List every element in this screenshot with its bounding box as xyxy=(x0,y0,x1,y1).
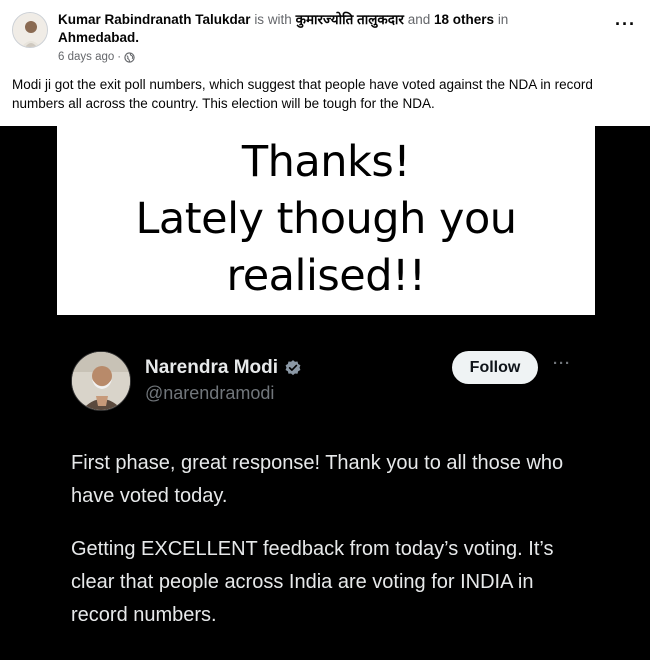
author-avatar[interactable] xyxy=(12,12,48,48)
meme-line-3: realised!! xyxy=(226,251,426,301)
tweet-author-handle: @narendramodi xyxy=(145,383,275,403)
tweet-paragraph-1: First phase, great response! Thank you t… xyxy=(71,452,564,507)
post-media[interactable]: Thanks! Lately though you realised!! Nar… xyxy=(0,126,650,660)
tweet-paragraph-2: Getting EXCELLENT feedback from today’s … xyxy=(71,538,554,626)
follow-button: Follow xyxy=(452,351,538,384)
tweet-author-name: Narendra Modi xyxy=(145,357,302,379)
post-header: Kumar Rabindranath Talukdar is with कुमा… xyxy=(0,0,650,72)
post-attribution: Kumar Rabindranath Talukdar is with कुमा… xyxy=(58,11,508,28)
timestamp-link[interactable]: 6 days ago xyxy=(58,51,114,63)
others-link[interactable]: 18 others xyxy=(434,12,494,27)
meme-banner: Thanks! Lately though you realised!! xyxy=(57,126,595,318)
post-meta: 6 days ago · xyxy=(58,51,135,63)
and-text: and xyxy=(407,12,431,27)
more-dots-icon[interactable]: ··· xyxy=(615,14,636,35)
tweet-author-name-text: Narendra Modi xyxy=(145,357,279,378)
verified-badge-icon xyxy=(284,359,302,377)
meme-line-1: Thanks! xyxy=(241,137,411,187)
globe-icon[interactable] xyxy=(124,51,135,63)
location-link[interactable]: Ahmedabad. xyxy=(58,29,139,46)
meta-separator: · xyxy=(117,51,122,63)
tweet-more-dots-icon: ··· xyxy=(553,355,571,372)
meme-line-2: Lately though you xyxy=(135,194,517,244)
with-text: is with xyxy=(254,12,292,27)
author-name-link[interactable]: Kumar Rabindranath Talukdar xyxy=(58,12,251,27)
tweet-author-avatar xyxy=(71,351,131,411)
post-caption: Modi ji got the exit poll numbers, which… xyxy=(12,77,593,111)
in-text: in xyxy=(497,12,509,27)
shared-image: Thanks! Lately though you realised!! Nar… xyxy=(57,126,595,660)
tweet-screenshot: Narendra Modi @narendramodi Follow ··· F… xyxy=(57,321,595,660)
meme-text: Thanks! Lately though you realised!! xyxy=(57,134,595,305)
tweet-body: First phase, great response! Thank you t… xyxy=(71,447,581,632)
tagged-person-link[interactable]: कुमारज्योति तालुकदार xyxy=(296,12,404,27)
